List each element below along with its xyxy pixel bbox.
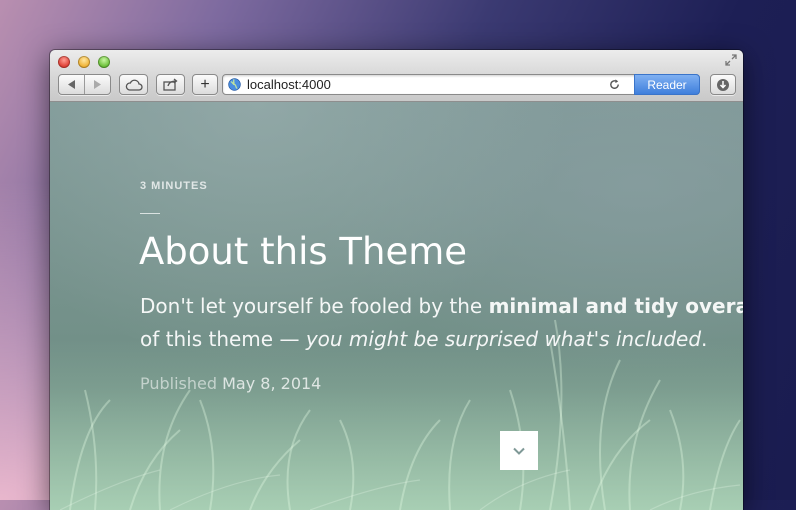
url-text: localhost:4000 [247,77,331,92]
read-time: 3 MINUTES [140,180,208,192]
browser-toolbar: + localhost:4000 Reader [50,50,743,102]
browser-window: + localhost:4000 Reader 3 MINUTES About … [50,50,743,510]
fullscreen-icon[interactable] [725,54,737,66]
back-forward-buttons [58,74,111,95]
chevron-down-icon [513,447,525,455]
close-window-button[interactable] [58,56,70,68]
lead-text-2: of this theme — [140,327,306,351]
post-title: About this Theme [139,230,468,273]
published-label: Published [140,374,223,393]
icloud-tabs-button[interactable] [119,74,148,95]
plus-icon: + [200,75,210,93]
lead-emphasis: minimal and tidy overal [488,294,743,318]
back-arrow-icon [67,80,75,89]
published-date: May 8, 2014 [222,374,322,393]
post-lead: Don't let yourself be fooled by the mini… [140,290,743,356]
zoom-window-button[interactable] [98,56,110,68]
icloud-tabs-icon [125,79,143,91]
address-bar[interactable]: localhost:4000 Reader [222,74,700,95]
downloads-button[interactable] [710,74,736,95]
minimize-window-button[interactable] [78,56,90,68]
lead-italic: you might be surprised what's included [305,327,702,351]
downloads-icon [717,78,729,91]
scroll-down-button[interactable] [500,431,538,470]
forward-button[interactable] [85,75,110,94]
globe-icon [228,78,241,91]
reader-button[interactable]: Reader [634,74,700,95]
new-tab-button[interactable]: + [192,74,218,95]
published-line: Published May 8, 2014 [140,374,321,393]
forward-arrow-icon [94,80,102,89]
share-icon [162,78,178,91]
page-hero: 3 MINUTES About this Theme Don't let you… [50,102,743,510]
share-button[interactable] [156,74,185,95]
lead-end: . [701,327,708,351]
reload-icon[interactable] [608,78,621,91]
lead-text: Don't let yourself be fooled by the [140,294,489,318]
back-button[interactable] [59,75,84,94]
divider [140,213,160,214]
